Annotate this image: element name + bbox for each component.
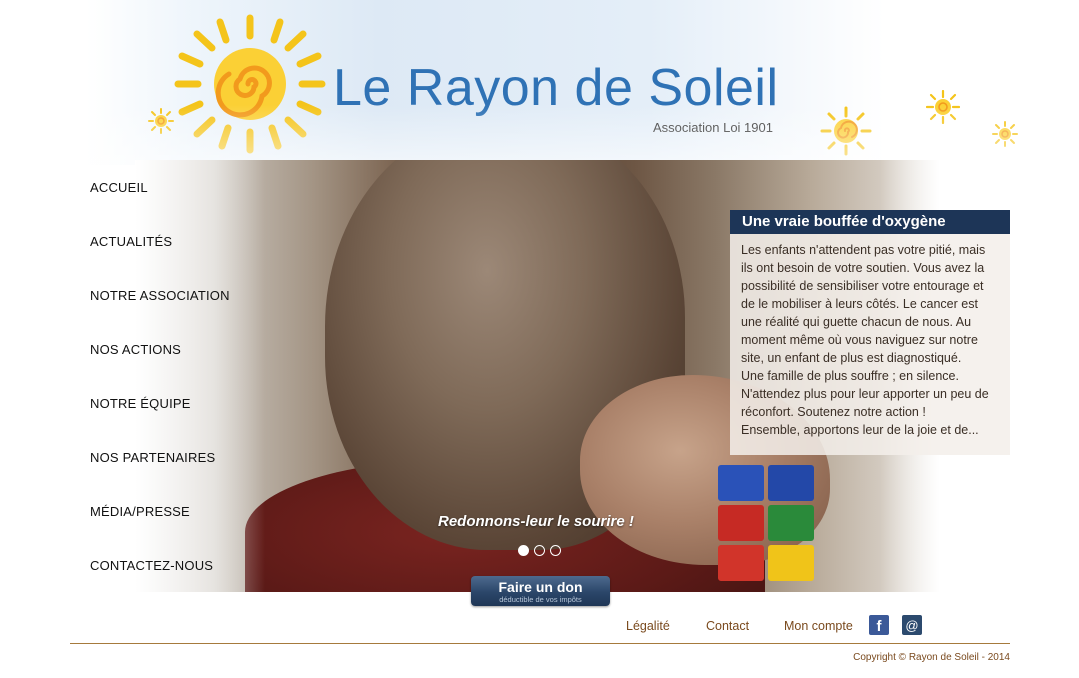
info-box-line: Une famille de plus souffre ; en silence… <box>741 369 959 383</box>
email-glyph: @ <box>905 617 919 633</box>
nav-item-notre-association[interactable]: NOTRE ASSOCIATION <box>90 288 230 303</box>
info-box-line: une réalité qui guette chacun de nous. A… <box>741 315 972 329</box>
facebook-glyph: f <box>876 618 882 635</box>
donate-sublabel: déductible de vos impôts <box>499 595 582 604</box>
donate-button[interactable]: Faire un don déductible de vos impôts <box>471 576 610 606</box>
footer-divider <box>70 643 1010 644</box>
info-box-line: N'attendez plus pour leur apporter un pe… <box>741 387 989 401</box>
small-sun-icon <box>992 121 1018 147</box>
site-subtitle: Association Loi 1901 <box>653 120 773 135</box>
facebook-icon[interactable]: f <box>869 615 889 635</box>
small-sun-icon <box>820 106 872 156</box>
copyright-text: Copyright © Rayon de Soleil - 2014 <box>853 652 1010 663</box>
slide-dot-1[interactable] <box>518 545 529 556</box>
info-box-line: site, un enfant de plus est diagnostiqué… <box>741 351 962 365</box>
sun-logo-icon[interactable] <box>170 12 330 157</box>
nav-item-media-presse[interactable]: MÉDIA/PRESSE <box>90 504 190 519</box>
small-sun-icon <box>148 108 174 134</box>
slide-dot-3[interactable] <box>550 545 561 556</box>
info-box-line: de le mobiliser à leurs côtés. Le cancer… <box>741 297 978 311</box>
site-title[interactable]: Le Rayon de Soleil <box>333 58 779 118</box>
hero-photo-toy-blocks <box>710 465 850 592</box>
nav-item-actualites[interactable]: ACTUALITÉS <box>90 234 172 249</box>
footer-link-legalite[interactable]: Légalité <box>626 619 670 633</box>
nav-item-nos-actions[interactable]: NOS ACTIONS <box>90 342 181 357</box>
info-box-line: possibilité de sensibiliser votre entour… <box>741 279 984 293</box>
hero-fade <box>135 160 265 592</box>
hero-caption: Redonnons-leur le sourire ! <box>438 513 634 530</box>
slide-dot-2[interactable] <box>534 545 545 556</box>
small-sun-icon <box>926 90 960 124</box>
nav-item-contactez-nous[interactable]: CONTACTEZ-NOUS <box>90 558 213 573</box>
nav-item-notre-equipe[interactable]: NOTRE ÉQUIPE <box>90 396 191 411</box>
info-box-line: Ensemble, apportons leur de la joie et d… <box>741 423 979 437</box>
footer-link-contact[interactable]: Contact <box>706 619 749 633</box>
info-box-body: Les enfants n'attendent pas votre pitié,… <box>730 234 1010 455</box>
email-icon[interactable]: @ <box>902 615 922 635</box>
nav-item-accueil[interactable]: ACCUEIL <box>90 180 148 195</box>
slide-indicator <box>518 545 561 556</box>
info-box: Une vraie bouffée d'oxygène Les enfants … <box>730 210 1010 455</box>
info-box-line: Les enfants n'attendent pas votre pitié,… <box>741 243 986 257</box>
site-header: Le Rayon de Soleil Association Loi 1901 <box>0 0 1079 165</box>
info-box-line: ils ont besoin de votre soutien. Vous av… <box>741 261 985 275</box>
info-box-title[interactable]: Une vraie bouffée d'oxygène <box>730 210 1010 234</box>
info-box-line: réconfort. Soutenez notre action ! <box>741 405 926 419</box>
info-box-line: moment même où vous naviguez sur notre <box>741 333 978 347</box>
nav-item-nos-partenaires[interactable]: NOS PARTENAIRES <box>90 450 215 465</box>
footer-link-mon-compte[interactable]: Mon compte <box>784 619 853 633</box>
donate-label: Faire un don <box>498 579 583 595</box>
